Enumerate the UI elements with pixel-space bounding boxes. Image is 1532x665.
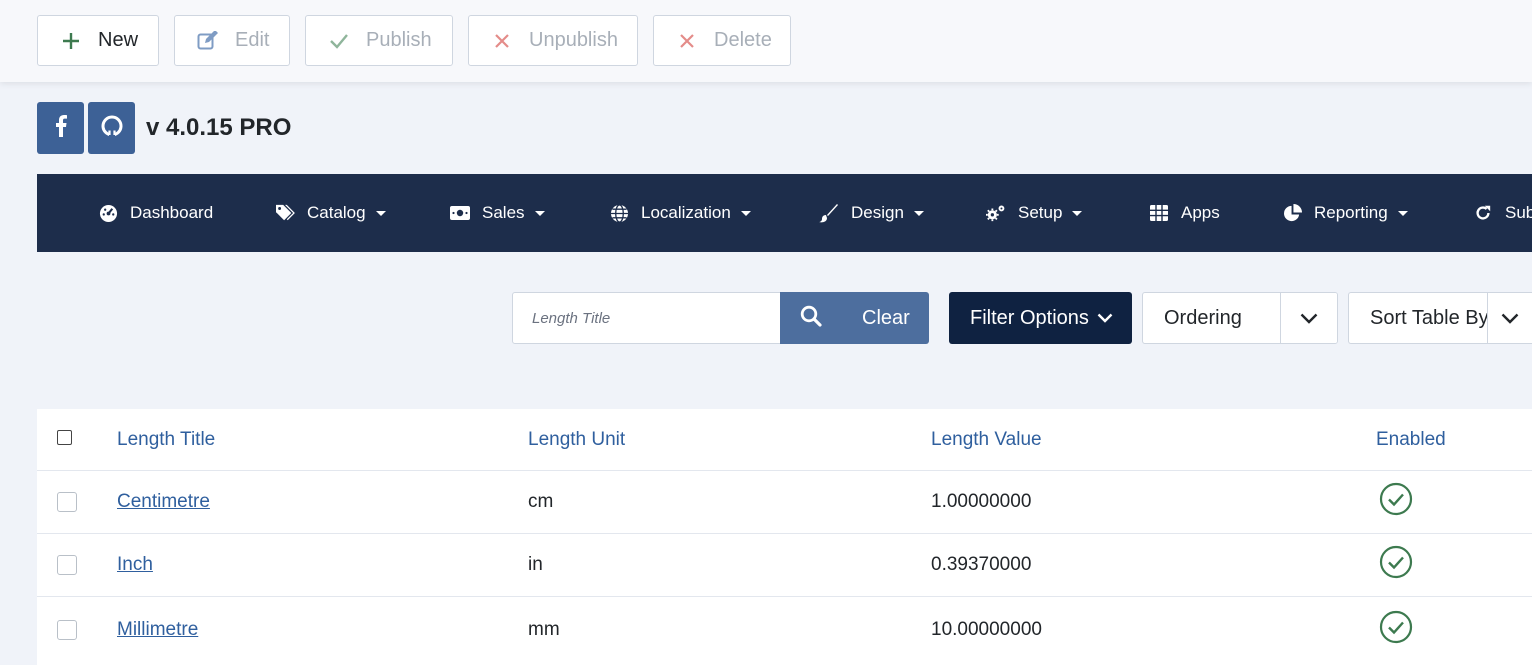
github-icon [101, 115, 123, 142]
length-unit: in [528, 554, 543, 575]
dashboard-icon [98, 203, 118, 223]
row-checkbox[interactable] [57, 619, 77, 640]
nav-localization[interactable]: Localization [609, 174, 751, 252]
nav-sales[interactable]: Sales [450, 174, 545, 252]
caret-down-icon [1072, 210, 1083, 216]
length-title-link[interactable]: Inch [117, 554, 153, 576]
nav-sub-label: Sub [1505, 203, 1532, 222]
length-value: 0.39370000 [931, 554, 1032, 575]
pie-chart-icon [1282, 203, 1302, 223]
length-unit: mm [528, 618, 560, 640]
search-icon [800, 305, 822, 332]
caret-down-icon [534, 210, 545, 216]
ordering-select-value: Ordering [1164, 306, 1242, 329]
table-header-row: Length Title Length Unit Length Value En… [37, 409, 1532, 471]
clear-button[interactable]: Clear [842, 292, 929, 344]
nav-setup[interactable]: Setup [986, 174, 1083, 252]
caret-down-icon [1397, 210, 1408, 216]
x-icon [491, 30, 513, 52]
nav-catalog[interactable]: Catalog [275, 174, 386, 252]
length-title-link[interactable]: Centimetre [117, 491, 210, 513]
filter-options-button[interactable]: Filter Options [949, 292, 1132, 344]
enabled-check-icon[interactable] [1379, 545, 1413, 585]
select-all-checkbox[interactable] [57, 429, 72, 445]
chevron-down-icon [1280, 293, 1337, 343]
nav-reporting[interactable]: Reporting [1282, 174, 1408, 252]
new-button-label: New [98, 29, 139, 51]
column-header-length-value[interactable]: Length Value [931, 409, 1042, 470]
nav-design-label: Design [851, 203, 904, 222]
filter-options-label: Filter Options [970, 306, 1089, 329]
delete-button-label: Delete [714, 29, 772, 51]
nav-design[interactable]: Design [819, 174, 924, 252]
nav-setup-label: Setup [1018, 203, 1063, 222]
nav-apps[interactable]: Apps [1149, 174, 1220, 252]
paintbrush-icon [819, 203, 839, 223]
row-checkbox[interactable] [57, 492, 77, 512]
search-button[interactable] [780, 292, 842, 344]
toolbar: New Edit Publish Unpublish Delete [0, 0, 1532, 82]
facebook-icon [55, 114, 67, 142]
search-input[interactable] [512, 292, 782, 344]
check-icon [328, 30, 350, 52]
enabled-check-icon[interactable] [1379, 482, 1413, 522]
grid-icon [1149, 203, 1169, 223]
row-checkbox[interactable] [57, 555, 77, 575]
nav-localization-label: Localization [641, 203, 731, 222]
nav-apps-label: Apps [1181, 203, 1220, 222]
length-value: 10.00000000 [931, 618, 1042, 640]
nav-reporting-label: Reporting [1314, 203, 1388, 222]
delete-button[interactable]: Delete [653, 15, 791, 66]
nav-dashboard-label: Dashboard [130, 203, 214, 222]
nav-dashboard[interactable]: Dashboard [98, 174, 213, 252]
facebook-button[interactable] [37, 102, 84, 154]
column-header-enabled[interactable]: Enabled [1376, 409, 1446, 470]
money-icon [450, 203, 470, 223]
table-row: Inch in 0.39370000 [37, 534, 1532, 597]
plus-icon [60, 30, 82, 52]
caret-down-icon [913, 210, 924, 216]
unpublish-button-label: Unpublish [529, 29, 618, 51]
publish-button-label: Publish [366, 29, 432, 51]
tags-icon [275, 203, 295, 223]
refresh-icon [1473, 203, 1493, 223]
nav-sub[interactable]: Sub [1473, 174, 1532, 252]
version-label: v 4.0.15 PRO [146, 114, 292, 141]
sort-table-select[interactable]: Sort Table By [1348, 292, 1532, 344]
column-header-length-unit[interactable]: Length Unit [528, 409, 625, 470]
globe-icon [609, 203, 629, 223]
sort-table-select-value: Sort Table By [1370, 306, 1489, 329]
nav-sales-label: Sales [482, 203, 525, 222]
edit-icon [197, 30, 219, 52]
column-header-length-title[interactable]: Length Title [117, 409, 215, 470]
publish-button[interactable]: Publish [305, 15, 453, 66]
gears-icon [986, 203, 1006, 223]
table-row: Centimetre cm 1.00000000 [37, 471, 1532, 534]
chevron-down-icon [1487, 293, 1532, 343]
edit-button[interactable]: Edit [174, 15, 290, 66]
length-title-link[interactable]: Millimetre [117, 619, 198, 641]
caret-down-icon [375, 210, 386, 216]
new-button[interactable]: New [37, 15, 159, 66]
unpublish-button[interactable]: Unpublish [468, 15, 638, 66]
x-icon [676, 30, 698, 52]
nav-catalog-label: Catalog [307, 203, 366, 222]
lengths-table: Length Title Length Unit Length Value En… [37, 409, 1532, 665]
length-unit: cm [528, 491, 554, 512]
length-value: 1.00000000 [931, 491, 1032, 512]
enabled-check-icon[interactable] [1379, 610, 1413, 650]
edit-button-label: Edit [235, 29, 270, 51]
caret-down-icon [740, 210, 751, 216]
table-row: Millimetre mm 10.00000000 [37, 598, 1532, 661]
chevron-down-icon [1097, 313, 1113, 323]
ordering-select[interactable]: Ordering [1142, 292, 1338, 344]
github-button[interactable] [88, 102, 135, 154]
main-nav: Dashboard Catalog Sales Localization Des… [37, 174, 1532, 252]
